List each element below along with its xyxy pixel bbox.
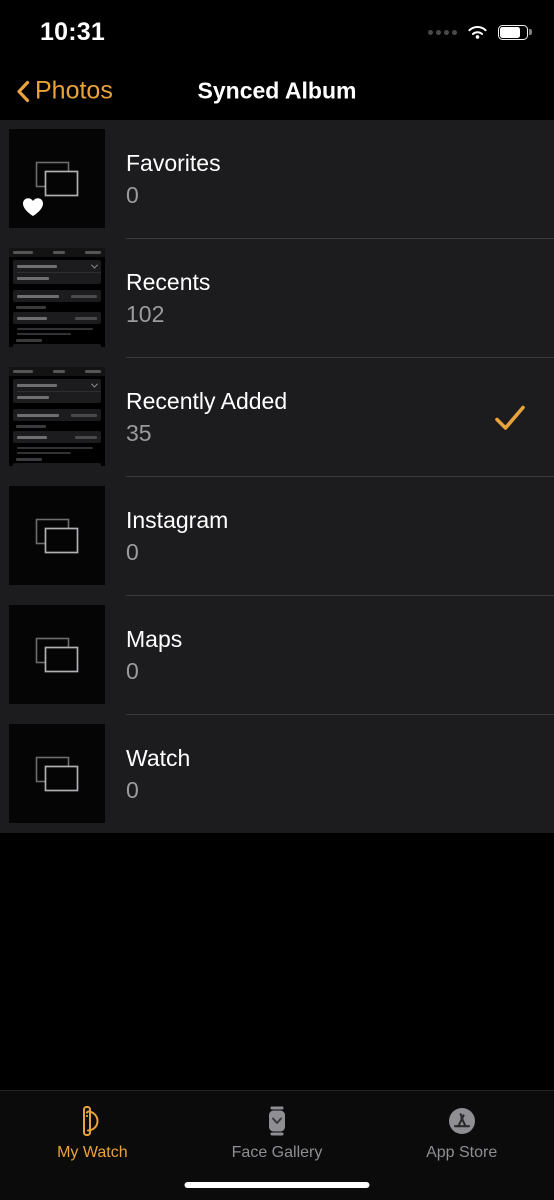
album-row-recently-added[interactable]: Recently Added 35 [0,358,554,477]
album-count: 0 [126,776,139,803]
row-separator [126,833,554,834]
album-name: Maps [126,625,183,652]
watch-outline-icon [75,1102,109,1140]
status-bar-indicators [428,24,532,41]
album-row-text: Recently Added 35 [126,386,287,450]
album-thumbnail [9,605,105,704]
album-count: 0 [126,181,139,208]
back-button-label: Photos [35,76,113,105]
album-name: Watch [126,744,191,771]
phone-screen: 10:31 Photos Synced Album Favorites 0 Re… [0,0,554,1200]
checkmark-icon [495,405,525,430]
album-row-text: Recents 102 [126,267,210,331]
album-count: 102 [126,300,165,327]
home-indicator[interactable] [184,1182,370,1188]
tab-label: My Watch [57,1144,128,1161]
album-name: Instagram [126,506,229,533]
status-bar: 10:31 [0,0,554,62]
album-thumbnail [9,486,105,585]
settings-screenshot-thumbnail [9,248,105,347]
album-row-favorites[interactable]: Favorites 0 [0,120,554,239]
album-thumbnail [9,724,105,823]
album-thumbnail [9,129,105,228]
tab-app-store[interactable]: App Store [369,1091,554,1162]
settings-screenshot-thumbnail [9,367,105,466]
battery-icon [498,25,532,40]
watch-face-icon [260,1102,294,1140]
status-bar-time: 10:31 [40,18,105,46]
album-thumbnail [9,248,105,347]
album-thumbnail [9,367,105,466]
album-row-text: Instagram 0 [126,505,228,569]
app-store-icon [445,1102,479,1140]
album-row-maps[interactable]: Maps 0 [0,596,554,715]
back-button[interactable]: Photos [16,77,113,106]
wifi-icon [468,26,487,39]
album-row-watch[interactable]: Watch 0 [0,715,554,834]
album-row-instagram[interactable]: Instagram 0 [0,477,554,596]
chevron-left-icon [17,80,30,102]
album-name: Favorites [126,149,221,176]
album-row-recents[interactable]: Recents 102 [0,239,554,358]
tab-label: App Store [426,1144,498,1161]
album-count: 0 [126,657,139,684]
navigation-bar: Photos Synced Album [0,62,554,120]
heart-icon [23,198,43,216]
album-count: 0 [126,538,139,565]
tab-bar: My Watch Face Gallery App Store [0,1090,554,1200]
empty-album-placeholder-icon [35,518,79,553]
page-title: Synced Album [197,77,357,104]
tab-my-watch[interactable]: My Watch [0,1091,185,1162]
album-list[interactable]: Favorites 0 Recents 102 Recently Added 3… [0,120,554,833]
album-row-text: Watch 0 [126,743,190,807]
empty-album-placeholder-icon [35,161,79,196]
album-name: Recently Added [126,387,288,414]
tab-label: Face Gallery [231,1144,323,1161]
album-name: Recents [126,268,211,295]
album-row-text: Maps 0 [126,624,182,688]
empty-album-placeholder-icon [35,756,79,791]
tab-face-gallery[interactable]: Face Gallery [185,1091,370,1162]
empty-album-placeholder-icon [35,637,79,672]
signal-dots-icon [428,30,457,35]
album-count: 35 [126,419,152,446]
album-row-text: Favorites 0 [126,148,221,212]
